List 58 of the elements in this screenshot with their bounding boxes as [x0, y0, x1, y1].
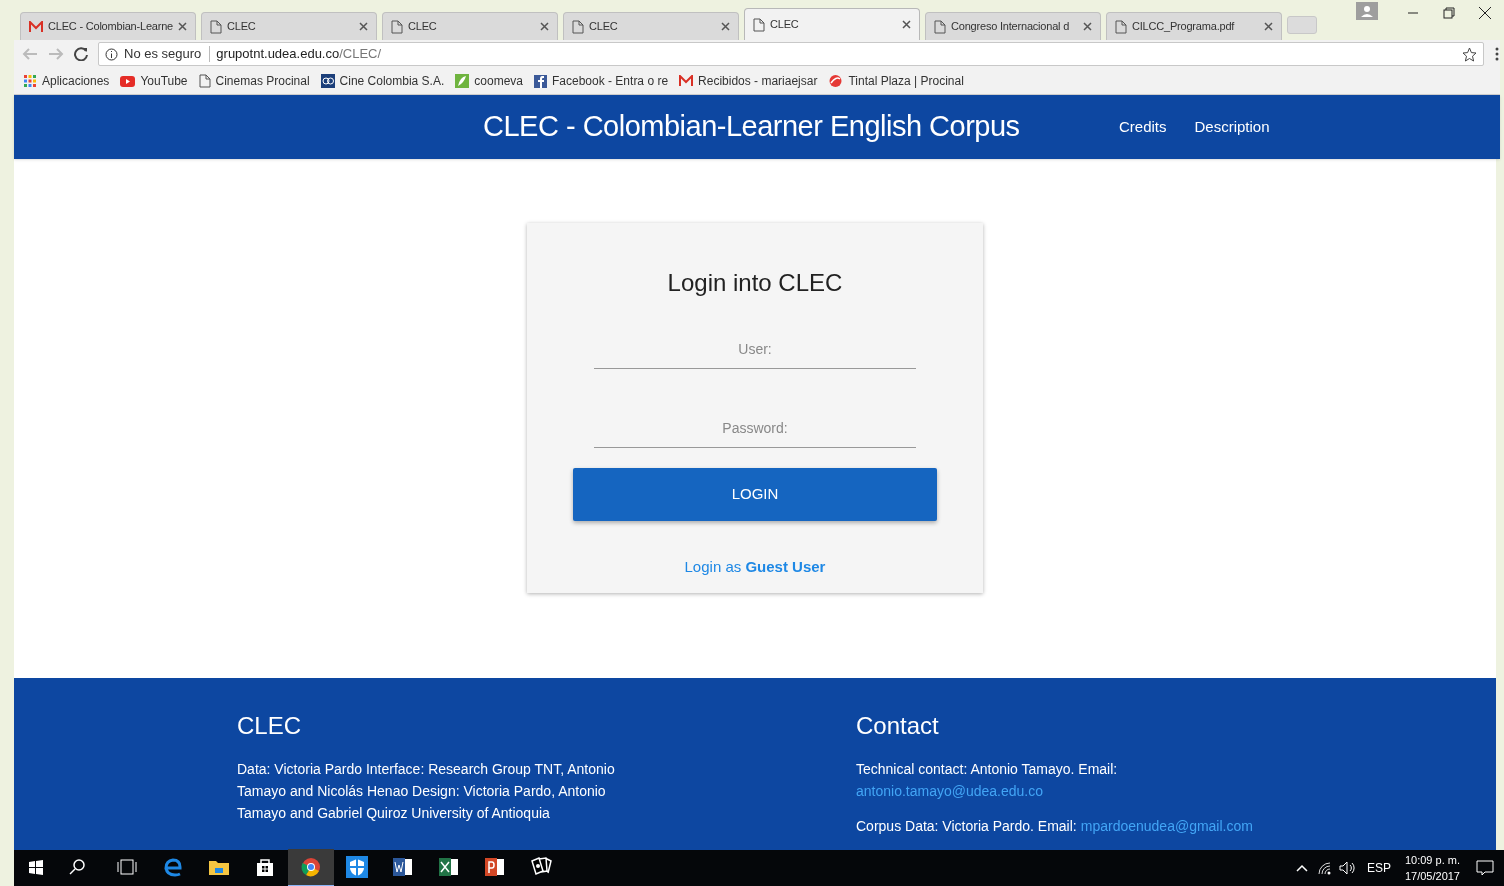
- leaf-icon: [455, 74, 470, 88]
- contact-text: Technical contact: Antonio Tamayo. Email:: [856, 760, 1119, 779]
- reload-icon[interactable]: [74, 47, 88, 61]
- contact-text: Corpus Data: Victoria Pardo. Email:: [856, 817, 1077, 836]
- square-logo-icon: [320, 74, 335, 88]
- clock-date[interactable]: 17/05/2017: [1404, 868, 1460, 884]
- bookmark-link[interactable]: coomeva: [455, 72, 523, 90]
- user-field[interactable]: User:: [594, 329, 916, 369]
- document-icon: [934, 19, 946, 34]
- document-icon: [572, 19, 584, 34]
- browser-tab[interactable]: CLEC: [201, 12, 377, 40]
- bookmark-link[interactable]: YouTube: [120, 72, 188, 90]
- login-title: Login into CLEC: [667, 268, 843, 298]
- clock-time[interactable]: 10:09 p. m.: [1404, 852, 1460, 868]
- bookmark-link[interactable]: Cinemas Procinal: [198, 72, 310, 90]
- url-text: grupotnt.udea.edu.co/CLEC/: [216, 45, 383, 64]
- document-icon: [1115, 19, 1127, 34]
- site-title: CLEC - Colombian-Learner English Corpus: [483, 109, 1020, 145]
- star-icon[interactable]: [1462, 46, 1477, 62]
- facebook-icon: [534, 74, 547, 88]
- password-field[interactable]: Password:: [594, 408, 916, 448]
- play-icon: [120, 75, 136, 87]
- swirl-icon: [828, 74, 844, 88]
- browser-tab[interactable]: CILCC_Programa.pdf: [1106, 12, 1282, 40]
- browser-tab[interactable]: Congreso Internacional d: [925, 12, 1101, 40]
- bookmark-link[interactable]: Aplicaciones: [24, 72, 110, 90]
- bookmark-link[interactable]: Recibidos - mariaejsar: [679, 72, 818, 90]
- document-icon: [198, 74, 211, 88]
- wifi-icon[interactable]: [1316, 861, 1333, 875]
- credits-text: Data: Victoria Pardo Interface: Research Group TNT, Antonio Tamayo and Nicolás Henao Design: Victoria Pardo, Antonio Tamayo and Gabriel Quiroz University of Antioquia: [237, 760, 616, 823]
- login-button[interactable]: LOGIN: [573, 468, 937, 521]
- browser-tab[interactable]: CLEC: [563, 12, 739, 40]
- close-icon[interactable]: [902, 20, 911, 29]
- profile-icon[interactable]: [1356, 2, 1378, 20]
- address-bar[interactable]: No es seguro grupotnt.udea.edu.co/CLEC/: [98, 42, 1484, 66]
- document-icon: [210, 19, 222, 34]
- nav-link[interactable]: Credits: [1119, 115, 1167, 139]
- document-icon: [753, 17, 765, 32]
- speaker-icon[interactable]: [1338, 861, 1357, 875]
- envelope-m-icon: [679, 75, 694, 87]
- chevron-up-icon[interactable]: [1294, 863, 1309, 873]
- footer-title: CLEC: [237, 711, 303, 741]
- language-indicator[interactable]: ESP: [1366, 859, 1391, 877]
- bookmark-link[interactable]: Cine Colombia S.A.: [320, 72, 445, 90]
- browser-tab[interactable]: CLEC: [382, 12, 558, 40]
- notification-icon[interactable]: [1476, 860, 1494, 876]
- info-icon: [105, 47, 118, 61]
- apps-grid-icon: [24, 74, 37, 88]
- bookmark-link[interactable]: Tintal Plaza | Procinal: [828, 72, 964, 90]
- document-icon: [391, 19, 403, 34]
- menu-icon[interactable]: [1494, 46, 1500, 62]
- nav-link[interactable]: Description: [1194, 115, 1270, 139]
- bookmark-link[interactable]: Facebook - Entra o re: [534, 72, 669, 90]
- footer-title: Contact: [856, 711, 940, 741]
- envelope-m-icon: [29, 20, 43, 33]
- browser-tab[interactable]: CLEC: [744, 8, 920, 40]
- security-label: No es seguro: [124, 46, 211, 62]
- browser-tab[interactable]: CLEC - Colombian-Learne: [20, 12, 196, 40]
